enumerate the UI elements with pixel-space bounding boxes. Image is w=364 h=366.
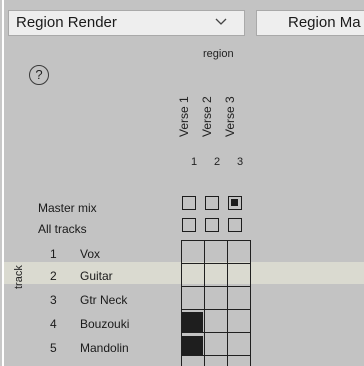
matrix-cell[interactable] <box>181 240 204 261</box>
track-axis-label: track <box>13 265 25 289</box>
grid-line <box>181 355 251 356</box>
region-matrix-button[interactable]: Region Ma <box>256 10 364 36</box>
all-tracks-checkbox[interactable] <box>205 218 219 232</box>
chevron-down-icon <box>215 18 227 25</box>
track-number: 2 <box>50 269 57 283</box>
grid-line <box>250 240 251 366</box>
region-column-name[interactable]: Verse 2 <box>200 96 214 137</box>
track-number: 1 <box>50 247 57 261</box>
track-name: Guitar <box>80 269 113 283</box>
track-name: Gtr Neck <box>80 293 128 307</box>
render-source-value: Region Render <box>16 14 117 31</box>
region-column-name[interactable]: Verse 3 <box>223 96 237 137</box>
matrix-cell[interactable] <box>204 309 227 330</box>
matrix-cell[interactable] <box>227 309 250 330</box>
track-name: Mandolin <box>80 341 129 355</box>
matrix-cell[interactable] <box>227 240 250 261</box>
master-mix-checkbox[interactable] <box>228 196 242 210</box>
track-number: 3 <box>50 293 57 307</box>
help-icon[interactable]: ? <box>29 65 49 85</box>
matrix-cell[interactable] <box>204 263 227 284</box>
region-matrix-button-label: Region Ma <box>288 14 361 31</box>
window-border <box>0 0 2 366</box>
region-column-number: 3 <box>237 156 244 168</box>
top-toolbar: Region Render Region Ma <box>4 0 364 41</box>
matrix-cell[interactable] <box>227 286 250 307</box>
matrix-cell[interactable] <box>181 286 204 307</box>
grid-line <box>181 286 251 287</box>
matrix-cell[interactable] <box>204 286 227 307</box>
grid-line <box>181 332 251 333</box>
grid-line <box>204 240 205 366</box>
all-tracks-checkbox[interactable] <box>182 218 196 232</box>
matrix-cell[interactable] <box>227 263 250 284</box>
matrix-cell[interactable] <box>227 332 250 353</box>
matrix-cell-selected[interactable] <box>182 336 203 356</box>
master-mix-checkbox[interactable] <box>182 196 196 210</box>
region-column-name[interactable]: Verse 1 <box>177 96 191 137</box>
all-tracks-label: All tracks <box>38 222 87 236</box>
region-axis-label: region <box>203 48 234 60</box>
region-column-number: 2 <box>214 156 221 168</box>
master-mix-checkbox[interactable] <box>205 196 219 210</box>
track-number: 5 <box>50 341 57 355</box>
region-render-matrix-window: Region Render Region Ma ? region Verse 1… <box>0 0 364 366</box>
grid-line <box>181 263 251 264</box>
matrix-cell[interactable] <box>204 240 227 261</box>
matrix-panel: Region Render Region Ma ? region Verse 1… <box>4 0 364 366</box>
render-source-dropdown[interactable]: Region Render <box>8 10 245 36</box>
grid-line <box>227 240 228 366</box>
track-name: Bouzouki <box>80 317 130 331</box>
grid-line <box>181 309 251 310</box>
grid-line <box>181 240 251 241</box>
grid-line <box>181 240 182 366</box>
matrix-cell[interactable] <box>181 263 204 284</box>
master-mix-label: Master mix <box>38 201 97 215</box>
region-column-number: 1 <box>191 156 198 168</box>
matrix-cell[interactable] <box>204 332 227 353</box>
track-name: Vox <box>80 247 101 261</box>
matrix-cell-selected[interactable] <box>182 312 203 332</box>
all-tracks-checkbox[interactable] <box>228 218 242 232</box>
track-number: 4 <box>50 317 57 331</box>
